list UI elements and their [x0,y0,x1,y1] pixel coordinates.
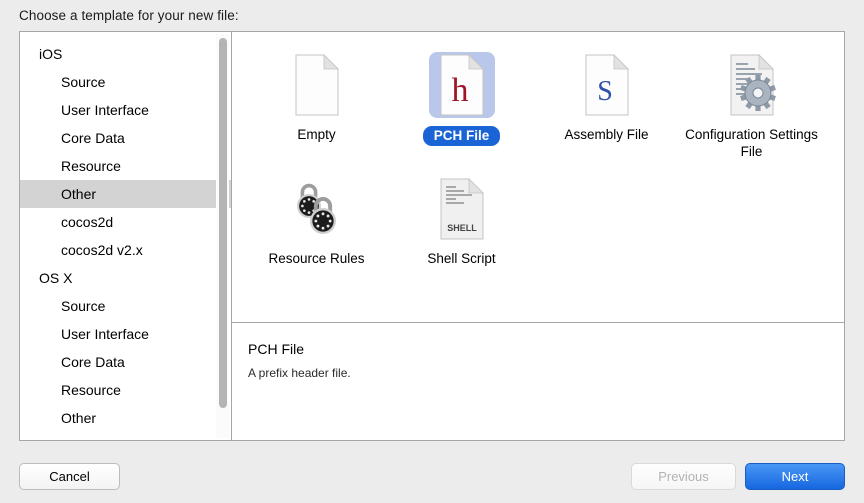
sidebar-item-other[interactable]: Other [20,180,231,208]
sidebar-item-source[interactable]: Source [20,68,231,96]
shell-script-document-icon: SHELL [440,178,484,240]
sidebar-item-os-x[interactable]: OS X [20,264,231,292]
sidebar-item-source[interactable]: Source [20,292,231,320]
template-grid: Empty h PCH File S Assembly File Configuratio… [232,46,844,267]
template-item-label: Configuration Settings File [685,127,818,159]
template-item-label: PCH File [422,126,501,146]
template-icon-container [719,52,785,118]
sidebar-item-label: User Interface [61,102,149,118]
sidebar-item-resource[interactable]: Resource [20,376,231,404]
svg-text:SHELL: SHELL [447,223,477,233]
sidebar-scrollbar-thumb[interactable] [219,38,227,408]
template-chooser-frame: iOS Source User Interface Core Data Resource… [19,31,845,441]
template-item-label: Shell Script [427,251,496,266]
template-item-configuration-settings-file[interactable]: Configuration Settings File [679,46,824,160]
sidebar-item-cocos2d-v2-x[interactable]: cocos2d v2.x [20,236,231,264]
template-item-label: Empty [297,127,336,142]
cancel-button[interactable]: Cancel [19,463,120,490]
template-item-shell-script[interactable]: SHELL Shell Script [389,170,534,267]
sidebar-item-label: Source [61,298,106,314]
category-sidebar[interactable]: iOS Source User Interface Core Data Resource… [20,32,232,440]
template-item-label: Assembly File [564,127,649,142]
template-grid-area: Empty h PCH File S Assembly File Configuratio… [232,32,844,322]
blank-document-icon [295,54,339,116]
sidebar-item-other[interactable]: Other [20,404,231,432]
sidebar-item-core-data[interactable]: Core Data [20,348,231,376]
template-panel: Empty h PCH File S Assembly File Configuratio… [232,32,844,440]
sidebar-item-ios[interactable]: iOS [20,40,231,68]
sidebar-item-core-data[interactable]: Core Data [20,124,231,152]
assembly-file-s-icon: S [585,54,629,116]
template-item-label: Resource Rules [268,251,365,266]
document-gear-icon [730,54,776,116]
sidebar-item-resource[interactable]: Resource [20,152,231,180]
header-file-h-icon: h [440,54,484,116]
template-item-assembly-file[interactable]: S Assembly File [534,46,679,160]
previous-button[interactable]: Previous [631,463,736,490]
sidebar-item-label: cocos2d v2.x [61,242,143,258]
padlocks-icon [296,183,336,234]
sidebar-item-cocos2d[interactable]: cocos2d [20,208,231,236]
category-list: iOS Source User Interface Core Data Resource… [20,32,231,432]
description-body: A prefix header file. [248,366,351,380]
template-icon-container: SHELL [429,176,495,242]
sidebar-item-label: User Interface [61,326,149,342]
sidebar-item-label: OS X [39,270,73,286]
sidebar-item-label: Other [61,410,97,426]
sidebar-item-label: Source [61,74,106,90]
template-item-empty[interactable]: Empty [244,46,389,160]
template-item-pch-file[interactable]: h PCH File [389,46,534,160]
sidebar-scrollbar[interactable] [216,34,229,438]
sidebar-item-label: Core Data [61,354,125,370]
template-icon-container: h [428,52,495,118]
sidebar-item-label: Other [61,186,97,202]
sidebar-item-label: Resource [61,158,121,174]
svg-text:h: h [451,72,468,109]
template-icon-container [284,52,350,118]
template-description-pane: PCH File A prefix header file. [232,322,844,440]
sidebar-item-label: iOS [39,46,63,62]
sidebar-item-label: cocos2d [61,214,114,230]
template-item-resource-rules[interactable]: Resource Rules [244,170,389,267]
sidebar-item-label: Core Data [61,130,125,146]
template-icon-container: S [574,52,640,118]
description-title: PCH File [248,341,305,357]
page-title: Choose a template for your new file: [19,8,239,23]
sidebar-item-user-interface[interactable]: User Interface [20,96,231,124]
svg-text:S: S [597,76,613,107]
sidebar-item-label: Resource [61,382,121,398]
template-icon-container [284,176,350,242]
sidebar-item-user-interface[interactable]: User Interface [20,320,231,348]
next-button[interactable]: Next [745,463,845,490]
